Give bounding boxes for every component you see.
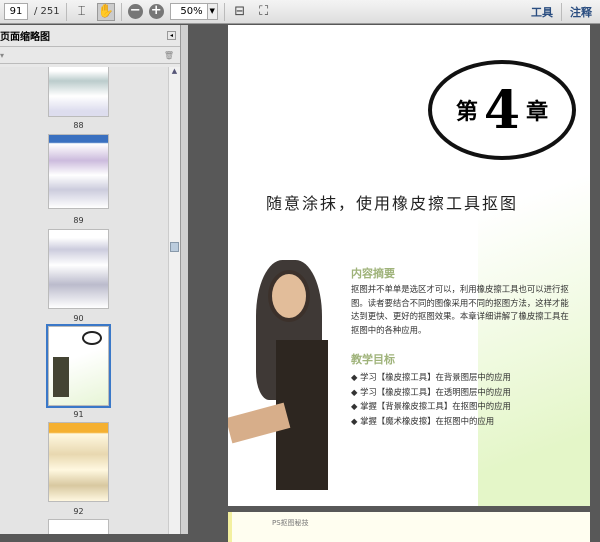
goal-item: ◆ 掌握【魔术橡皮擦】在抠图中的应用 [351, 415, 495, 426]
thumbnail-list: 88 89 90 91 92 [0, 67, 168, 534]
zoom-out-icon[interactable]: − [127, 4, 143, 19]
thumbnail-90[interactable] [48, 229, 109, 309]
separator [223, 2, 225, 21]
separator [120, 2, 122, 21]
page-header: PS抠图秘技 [272, 519, 309, 527]
thumbnail-88[interactable] [48, 67, 109, 117]
toolbar: 91 / 251 ⌶ ✋ − + 50% ▼ ⊟ ⛶ 工具 注释 [0, 0, 600, 24]
scroll-thumb[interactable] [170, 242, 179, 252]
thumbnail-91[interactable] [46, 324, 111, 408]
thumbnail-label: 91 [73, 410, 84, 419]
tools-button[interactable]: 工具 [523, 4, 561, 20]
zoom-dropdown-icon[interactable]: ▼ [206, 3, 218, 20]
thumbnail-label: 89 [73, 216, 84, 225]
thumbnail-92[interactable] [48, 422, 109, 502]
trash-icon[interactable]: 🗑 [164, 51, 174, 60]
thumbnails-panel: 页面缩略图 ◂ ▾ 🗑 88 89 90 91 92 ▲ [0, 25, 181, 534]
thumbnail-label: 92 [73, 507, 84, 516]
summary-heading: 内容摘要 [351, 267, 395, 280]
options-dropdown-icon[interactable]: ▾ [0, 51, 4, 60]
select-tool-icon[interactable]: ⌶ [73, 3, 91, 21]
collapse-panel-icon[interactable]: ◂ [167, 31, 176, 40]
goals-heading: 教学目标 [351, 353, 395, 366]
separator [65, 2, 67, 21]
zoom-input[interactable]: 50% [169, 3, 208, 20]
zoom-in-icon[interactable]: + [148, 4, 164, 19]
next-pdf-page: PS抠图秘技 [228, 512, 590, 542]
goal-item: ◆ 掌握【背景橡皮擦工具】在抠图中的应用 [351, 401, 511, 411]
summary-text: 抠图并不单单是选区才可以，利用橡皮擦工具也可以进行抠图。读者要结合不同的图像采用… [351, 284, 569, 335]
panel-title: 页面缩略图 [0, 32, 50, 43]
thumbnail-label: 88 [73, 121, 84, 130]
scroll-up-icon[interactable]: ▲ [169, 67, 180, 75]
thumbnail-89[interactable] [48, 134, 109, 209]
pdf-page: 第 4 章 随意涂抹，使用橡皮擦工具抠图 内容摘要 抠图并不单单是选区才可以，利… [228, 25, 590, 506]
fit-page-icon[interactable]: ⛶ [255, 3, 273, 21]
chapter-title: 随意涂抹，使用橡皮擦工具抠图 [266, 194, 519, 213]
fit-width-icon[interactable]: ⊟ [231, 3, 249, 21]
thumbnail-label: 90 [73, 314, 84, 323]
panel-splitter[interactable] [181, 25, 188, 534]
goals-list: ◆ 学习【橡皮擦工具】在背景图层中的应用 ◆ 学习【橡皮擦工具】在透明图层中的应… [351, 370, 511, 428]
photo-illustration [228, 260, 348, 506]
page-number-input[interactable]: 91 [4, 3, 28, 20]
thumbnail-93[interactable] [48, 519, 109, 534]
page-total: / 251 [34, 6, 60, 17]
comment-button[interactable]: 注释 [562, 4, 600, 20]
chapter-bubble: 第 4 章 [428, 60, 576, 160]
chapter-number: 4 [483, 79, 521, 141]
thumbnail-scrollbar[interactable]: ▲ [168, 67, 180, 534]
goal-item: ◆ 学习【橡皮擦工具】在透明图层中的应用 [351, 386, 511, 397]
goal-item: ◆ 学习【橡皮擦工具】在背景图层中的应用 [351, 372, 511, 382]
chapter-prefix: 第 [455, 99, 478, 125]
chapter-suffix: 章 [526, 99, 549, 125]
hand-tool-icon[interactable]: ✋ [96, 2, 115, 21]
